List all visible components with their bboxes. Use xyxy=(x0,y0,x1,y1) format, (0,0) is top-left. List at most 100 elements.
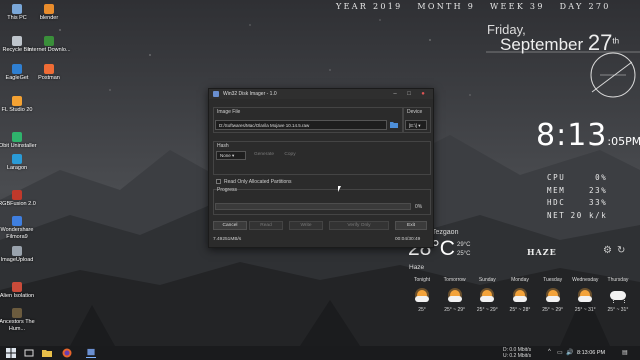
hash-label: Hash xyxy=(217,143,229,149)
desktop-icon[interactable]: FL Studio 20 xyxy=(0,96,39,114)
sun-cloud-icon xyxy=(447,287,463,303)
desktop-icon-label: Laragon xyxy=(6,165,28,171)
desktop-icon[interactable]: Wondershare Filmora9 xyxy=(0,216,39,240)
stat-label: HDC xyxy=(547,198,566,207)
cancel-button[interactable]: Cancel xyxy=(213,221,247,230)
status-elapsed: 00:04/30:49 xyxy=(395,237,421,242)
forecast-day-label: Tonight xyxy=(413,277,431,283)
desktop-icon-label: blender xyxy=(39,15,59,21)
forecast-day: Monday 25° ~ 28° xyxy=(505,277,535,313)
forecast-day: Tuesday 25° ~ 29° xyxy=(538,277,568,313)
desktop-icon[interactable]: RGBFusion 2.0 xyxy=(0,190,39,208)
desktop-icon[interactable]: Internet Downlo... xyxy=(27,36,71,54)
sun-cloud-icon xyxy=(414,287,430,303)
forecast-range: 25° ~ 28° xyxy=(509,307,531,313)
image-file-input[interactable]: D:/Softwares/Mac/Olarila Mojave 10.14.5.… xyxy=(215,120,387,130)
desktop-icon[interactable]: Postman xyxy=(27,64,71,82)
taskbar-clock[interactable]: 8:13:06 PM xyxy=(577,350,605,356)
rainmeter-seconds: :05 xyxy=(607,135,626,148)
app-icon xyxy=(12,282,22,292)
read-only-checkbox[interactable] xyxy=(216,179,221,184)
stat-row: MEM 23% xyxy=(547,185,607,198)
sun-cloud-icon xyxy=(479,287,495,303)
weather-hi: 29°C xyxy=(457,242,471,248)
forecast-range: 25° xyxy=(418,307,426,313)
device-select[interactable]: [E:\] ▾ xyxy=(405,120,427,130)
desktop-icon-label: Postman xyxy=(38,75,60,81)
rainmeter-month-name: September xyxy=(500,35,584,54)
app-icon xyxy=(12,154,22,164)
desktop-icon[interactable]: ImageUpload xyxy=(0,246,39,264)
desktop-icon-label: Ancestors The Hum... xyxy=(0,319,35,332)
rainmeter-date-suffix: th xyxy=(612,36,620,46)
app-icon xyxy=(12,64,22,74)
progress-bar xyxy=(215,203,411,210)
rainmeter-clock: 8:13:05PM xyxy=(536,118,640,153)
tray-chevron-icon[interactable]: ^ xyxy=(548,349,551,355)
desktop-icon[interactable]: Alien Isolation xyxy=(0,282,39,300)
stat-label: CPU xyxy=(547,173,566,182)
disk-imager-taskbar-icon[interactable] xyxy=(86,348,96,358)
app-icon xyxy=(12,4,22,14)
image-file-label: Image File xyxy=(217,109,241,115)
net-upload: U: 0.2 Mbit/s xyxy=(503,353,532,359)
desktop-icon[interactable]: Ancestors The Hum... xyxy=(0,308,39,332)
app-icon xyxy=(12,190,22,200)
rainmeter-date: September 27th xyxy=(500,30,619,56)
topbar-year: YEAR 2019 xyxy=(336,2,403,11)
forecast-day-label: Tomorrow xyxy=(443,277,466,283)
maximize-button[interactable]: □ xyxy=(403,90,415,98)
desktop-icon-label: FL Studio 20 xyxy=(1,107,33,113)
notification-icon[interactable]: ▤ xyxy=(622,349,628,356)
battery-icon[interactable]: ▭ xyxy=(557,349,563,356)
forecast-day: Tomorrow 25° ~ 29° xyxy=(440,277,470,313)
status-speed: 7.49251MB/s xyxy=(213,237,242,242)
generate-button[interactable]: Generate xyxy=(249,151,279,160)
disk-imager-window: Win32 Disk Imager - 1.0 – □ ● Image File… xyxy=(208,88,434,248)
firefox-icon[interactable] xyxy=(62,348,72,358)
app-icon xyxy=(44,64,54,74)
app-icon xyxy=(44,4,54,14)
sun-cloud-icon xyxy=(512,287,528,303)
desktop-icon[interactable]: IObit Uninstaller xyxy=(0,132,39,150)
hash-select[interactable]: None ▾ xyxy=(216,151,246,160)
refresh-icon[interactable]: ↻ xyxy=(617,245,625,256)
copy-button[interactable]: Copy xyxy=(281,151,299,160)
read-button[interactable]: Read xyxy=(249,221,283,230)
rain-cloud-icon xyxy=(609,287,626,303)
volume-icon[interactable]: 🔊 xyxy=(566,349,573,356)
disk-imager-app-icon xyxy=(213,91,219,97)
stat-value: 0% xyxy=(595,173,608,182)
desktop-icon[interactable]: Laragon xyxy=(0,154,39,172)
app-icon xyxy=(12,246,22,256)
close-button[interactable]: ● xyxy=(417,90,429,98)
rainmeter-topbar: YEAR 2019 MONTH 9 WEEK 39 DAY 270 xyxy=(336,2,621,11)
forecast-day-label: Sunday xyxy=(478,277,496,283)
mouse-cursor xyxy=(338,186,341,192)
file-explorer-icon[interactable] xyxy=(42,348,52,358)
windows-start-icon[interactable] xyxy=(6,348,16,358)
progress-percent: 0% xyxy=(415,204,423,210)
weather-forecast: Tonight 25° Tomorrow 25° ~ 29° Sunday 25° ~ 2… xyxy=(407,277,633,313)
gear-icon[interactable]: ⚙ xyxy=(603,245,612,256)
read-only-label: Read Only Allocated Partitions xyxy=(224,179,292,185)
exit-button[interactable]: Exit xyxy=(395,221,427,230)
sun-cloud-icon xyxy=(577,287,593,303)
minimize-button[interactable]: – xyxy=(389,90,401,98)
forecast-range: 25° ~ 31° xyxy=(607,307,629,313)
forecast-range: 25° ~ 29° xyxy=(444,307,466,313)
verify-only-button[interactable]: Verify Only xyxy=(329,221,389,230)
folder-icon[interactable] xyxy=(390,121,398,128)
task-view-icon[interactable] xyxy=(24,348,34,358)
stat-row: CPU 0% xyxy=(547,172,607,185)
progress-group xyxy=(213,189,431,215)
write-button[interactable]: Write xyxy=(289,221,323,230)
forecast-day-label: Thursday xyxy=(607,277,629,283)
forecast-day-label: Wednesday xyxy=(572,277,599,283)
topbar-week: WEEK 39 xyxy=(490,2,545,11)
forecast-day: Wednesday 25° ~ 31° xyxy=(570,277,600,313)
stat-row: HDC 33% xyxy=(547,197,607,210)
desktop-icon[interactable]: blender xyxy=(27,4,71,22)
window-titlebar[interactable]: Win32 Disk Imager - 1.0 – □ ● xyxy=(209,89,433,99)
app-icon xyxy=(12,132,22,142)
